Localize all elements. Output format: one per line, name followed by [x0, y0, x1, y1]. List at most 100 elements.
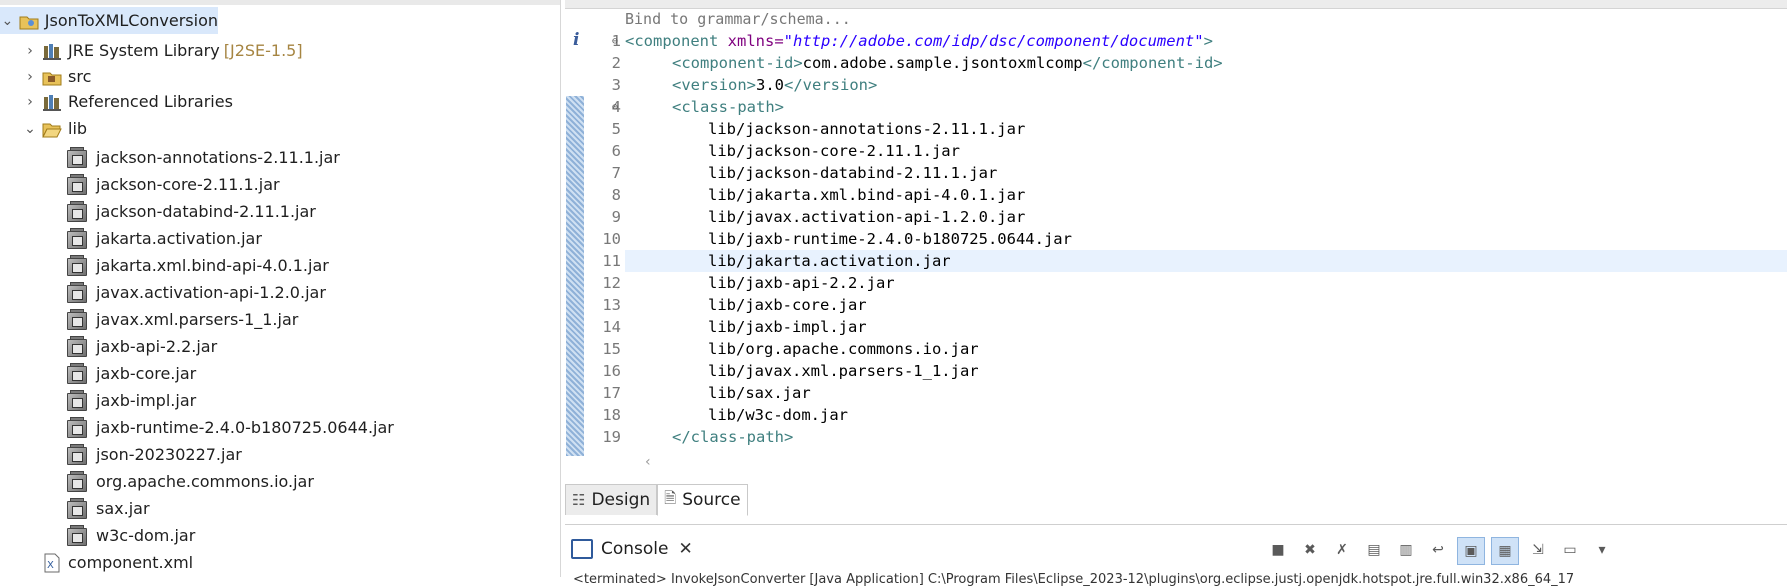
source-page-icon: 🗎 — [664, 488, 677, 507]
jar-item[interactable]: jaxb-core.jar — [66, 360, 196, 387]
code-line[interactable]: 12 lib/jaxb-api-2.2.jar — [565, 272, 1787, 294]
close-icon[interactable]: ✕ — [679, 539, 693, 559]
jar-item[interactable]: jaxb-api-2.2.jar — [66, 333, 217, 360]
jar-label: jackson-databind-2.11.1.jar — [96, 202, 316, 221]
jre-decoration: [J2SE-1.5] — [223, 41, 303, 60]
pin-console-icon[interactable]: ⇲ — [1525, 537, 1551, 563]
jar-item[interactable]: jackson-annotations-2.11.1.jar — [66, 144, 340, 171]
line-number: 17 — [602, 384, 621, 402]
display-console-icon[interactable]: ▭ — [1557, 537, 1583, 563]
remove-all-terminated-icon[interactable]: ✗ — [1329, 537, 1355, 563]
open-folder-icon — [42, 119, 62, 139]
code-text: lib/jackson-core-2.11.1.jar — [708, 142, 960, 160]
code-line[interactable]: 13 lib/jaxb-core.jar — [565, 294, 1787, 316]
tab-source-label: Source — [682, 490, 741, 510]
code-text: <version>3.0</version> — [672, 76, 878, 94]
line-number: 18 — [602, 406, 621, 424]
code-line[interactable]: 1 ⊖ <component xmlns="http://adobe.com/i… — [565, 30, 1787, 52]
chevron-right-icon[interactable]: › — [22, 69, 38, 85]
jar-item[interactable]: javax.xml.parsers-1_1.jar — [66, 306, 298, 333]
tree-item-component-xml[interactable]: X component.xml — [42, 549, 193, 576]
tree-item-jre[interactable]: › JRE System Library [J2SE-1.5] — [22, 37, 303, 64]
scroll-lock-icon[interactable]: ▥ — [1393, 537, 1419, 563]
chevron-down-icon[interactable]: ▾ — [1589, 537, 1615, 563]
code-text: lib/javax.activation-api-1.2.0.jar — [708, 208, 1026, 226]
terminate-icon[interactable]: ■ — [1265, 537, 1291, 563]
tree-item-project[interactable]: ⌄ JsonToXMLConversion — [0, 7, 218, 34]
jar-item[interactable]: jakarta.xml.bind-api-4.0.1.jar — [66, 252, 329, 279]
tab-design[interactable]: ☷ Design — [565, 484, 658, 515]
code-line[interactable]: 10 lib/jaxb-runtime-2.4.0-b180725.0644.ja… — [565, 228, 1787, 250]
chevron-right-icon[interactable]: › — [22, 43, 38, 59]
xml-file-icon: X — [42, 553, 62, 573]
remove-launch-icon[interactable]: ✖ — [1297, 537, 1323, 563]
show-on-stdout-icon[interactable]: ▣ — [1457, 537, 1485, 565]
tab-console[interactable]: Console ✕ — [571, 535, 693, 563]
line-number: 15 — [602, 340, 621, 358]
code-line[interactable]: 3 <version>3.0</version> — [565, 74, 1787, 96]
project-name: JsonToXMLConversion — [44, 11, 218, 30]
jar-item[interactable]: jackson-databind-2.11.1.jar — [66, 198, 316, 225]
jar-label: jaxb-runtime-2.4.0-b180725.0644.jar — [96, 418, 394, 437]
line-number: 10 — [602, 230, 621, 248]
line-number: 14 — [602, 318, 621, 336]
line-number: 13 — [602, 296, 621, 314]
jar-icon — [66, 173, 88, 196]
jar-item[interactable]: jaxb-impl.jar — [66, 387, 196, 414]
library-icon — [42, 92, 62, 112]
console-title: Console — [601, 539, 669, 559]
grammar-hint[interactable]: Bind to grammar/schema... — [625, 10, 851, 28]
chevron-down-icon[interactable]: ⌄ — [22, 121, 38, 137]
fold-minus-icon[interactable]: ⊖ — [612, 36, 622, 47]
jar-item[interactable]: jackson-core-2.11.1.jar — [66, 171, 280, 198]
word-wrap-icon[interactable]: ↩ — [1425, 537, 1451, 563]
code-line[interactable]: 19 </class-path> — [565, 426, 1787, 448]
lib-label: lib — [68, 119, 88, 138]
line-number: 11 — [602, 252, 621, 270]
tree-item-src[interactable]: › src — [22, 63, 91, 90]
clear-console-icon[interactable]: ▤ — [1361, 537, 1387, 563]
tab-source[interactable]: 🗎 Source — [657, 484, 748, 516]
line-number: 5 — [611, 120, 621, 138]
code-line[interactable]: 9 lib/javax.activation-api-1.2.0.jar — [565, 206, 1787, 228]
tree-item-lib[interactable]: ⌄ lib — [22, 115, 87, 142]
code-line[interactable]: 16 lib/javax.xml.parsers-1_1.jar — [565, 360, 1787, 382]
jar-item[interactable]: javax.activation-api-1.2.0.jar — [66, 279, 326, 306]
jar-item[interactable]: org.apache.commons.io.jar — [66, 468, 314, 495]
jar-icon — [66, 416, 88, 439]
code-text: lib/sax.jar — [708, 384, 811, 402]
line-number: 2 — [611, 54, 621, 72]
code-line[interactable]: 18 lib/w3c-dom.jar — [565, 404, 1787, 426]
jar-icon — [66, 497, 88, 520]
code-line[interactable]: 17 lib/sax.jar — [565, 382, 1787, 404]
jar-item[interactable]: jaxb-runtime-2.4.0-b180725.0644.jar — [66, 414, 394, 441]
line-number: 8 — [611, 186, 621, 204]
project-icon — [19, 11, 39, 31]
jar-item[interactable]: jakarta.activation.jar — [66, 225, 262, 252]
code-line[interactable]: 4 ⊖ <class-path> — [565, 96, 1787, 118]
code-line[interactable]: 11 lib/jakarta.activation.jar — [565, 250, 1787, 272]
code-line[interactable]: 7 lib/jackson-databind-2.11.1.jar — [565, 162, 1787, 184]
jar-item[interactable]: sax.jar — [66, 495, 150, 522]
svg-text:X: X — [47, 560, 54, 571]
show-on-stderr-icon[interactable]: ▦ — [1491, 537, 1519, 565]
code-line[interactable]: 15 lib/org.apache.commons.io.jar — [565, 338, 1787, 360]
jar-item[interactable]: w3c-dom.jar — [66, 522, 195, 549]
jar-label: jakarta.activation.jar — [96, 229, 262, 248]
chevron-right-icon[interactable]: › — [22, 94, 38, 110]
jar-item[interactable]: json-20230227.jar — [66, 441, 242, 468]
fold-minus-icon[interactable]: ⊖ — [612, 102, 622, 113]
tree-item-referenced-libraries[interactable]: › Referenced Libraries — [22, 88, 233, 115]
scroll-left-icon[interactable]: ‹ — [645, 454, 651, 470]
code-text: lib/jaxb-impl.jar — [708, 318, 867, 336]
chevron-down-icon[interactable]: ⌄ — [0, 13, 15, 29]
code-line[interactable]: 6 lib/jackson-core-2.11.1.jar — [565, 140, 1787, 162]
code-line[interactable]: 14 lib/jaxb-impl.jar — [565, 316, 1787, 338]
horizontal-scrollbar[interactable]: ‹ — [625, 454, 1787, 470]
jar-label: javax.xml.parsers-1_1.jar — [96, 310, 299, 329]
xml-editor[interactable]: Bind to grammar/schema... i 1 ⊖ <compone… — [565, 0, 1787, 470]
code-line[interactable]: 5 lib/jackson-annotations-2.11.1.jar — [565, 118, 1787, 140]
component-xml-label: component.xml — [68, 553, 194, 572]
code-line[interactable]: 2 <component-id>com.adobe.sample.jsontox… — [565, 52, 1787, 74]
code-line[interactable]: 8 lib/jakarta.xml.bind-api-4.0.1.jar — [565, 184, 1787, 206]
